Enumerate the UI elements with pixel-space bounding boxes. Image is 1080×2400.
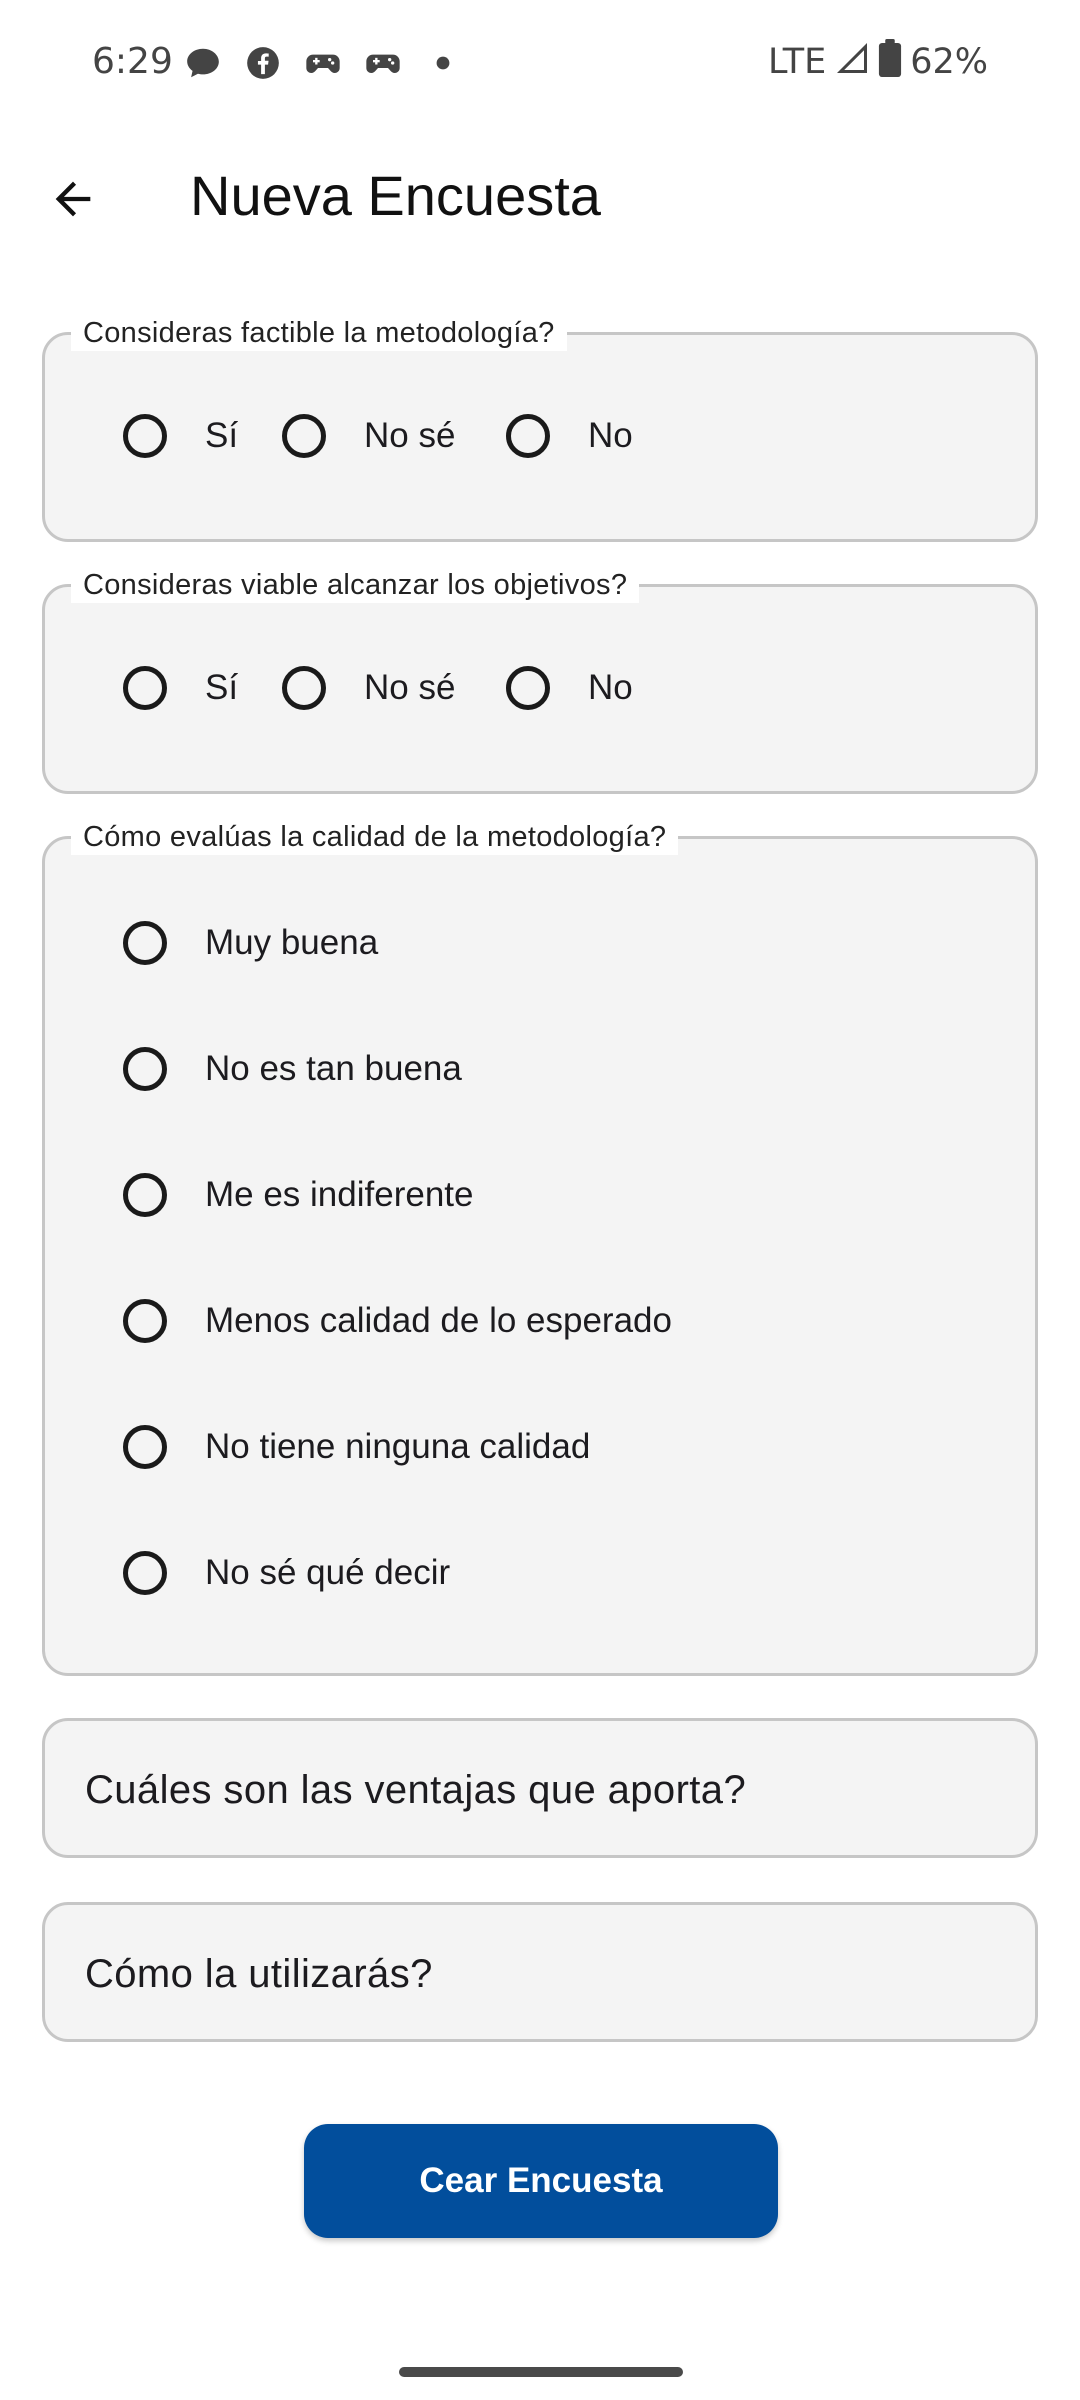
option-label: No (588, 416, 633, 455)
option-no-se[interactable]: No sé (282, 396, 455, 476)
option-me-es-indiferente[interactable]: Me es indiferente (123, 1155, 473, 1235)
usage-placeholder: Cómo la utilizarás? (85, 1952, 433, 1996)
option-label: No es tan buena (205, 1049, 462, 1088)
option-label: No sé (364, 668, 456, 707)
question-group-quality: Cómo evalúas la calidad de la metodologí… (42, 819, 1038, 1676)
option-no-se-que-decir[interactable]: No sé qué decir (123, 1533, 450, 1613)
signal-icon (834, 40, 870, 85)
home-gesture-bar[interactable] (399, 2367, 683, 2377)
option-label: Muy buena (205, 923, 379, 962)
radio-button[interactable] (123, 921, 167, 965)
option-label: Menos calidad de lo esperado (205, 1301, 672, 1340)
question-group-feasibility: Consideras factible la metodología? Sí N… (42, 315, 1038, 542)
option-label: Me es indiferente (205, 1175, 474, 1214)
radio-button[interactable] (123, 1047, 167, 1091)
battery-icon (878, 38, 902, 86)
app-bar: Nueva Encuesta (0, 124, 1080, 264)
battery-percent: 62% (910, 42, 988, 82)
option-no-es-tan-buena[interactable]: No es tan buena (123, 1029, 462, 1109)
option-label: No sé qué decir (205, 1553, 451, 1592)
option-ninguna-calidad[interactable]: No tiene ninguna calidad (123, 1407, 590, 1487)
back-button[interactable] (38, 164, 108, 234)
status-bar: 6:29 LTE 62% (0, 0, 1080, 124)
network-type: LTE (768, 42, 827, 82)
option-label: No (588, 668, 633, 707)
more-dot-icon (420, 40, 466, 86)
option-label: No sé (364, 416, 456, 455)
page-title: Nueva Encuesta (190, 164, 601, 227)
option-label: No tiene ninguna calidad (205, 1427, 591, 1466)
advantages-placeholder: Cuáles son las ventajas que aporta? (85, 1768, 747, 1812)
option-label: Sí (205, 668, 239, 707)
usage-field[interactable]: Cómo la utilizarás? (42, 1902, 1038, 2042)
radio-button[interactable] (123, 1551, 167, 1595)
advantages-field[interactable]: Cuáles son las ventajas que aporta? (42, 1718, 1038, 1858)
option-si[interactable]: Sí (123, 396, 238, 476)
facebook-icon (240, 40, 286, 86)
radio-button[interactable] (123, 666, 167, 710)
radio-button[interactable] (123, 414, 167, 458)
notification-icons (180, 40, 466, 86)
radio-button[interactable] (282, 666, 326, 710)
radio-button[interactable] (123, 1173, 167, 1217)
status-time: 6:29 (92, 41, 173, 82)
option-menos-calidad[interactable]: Menos calidad de lo esperado (123, 1281, 672, 1361)
option-muy-buena[interactable]: Muy buena (123, 903, 378, 983)
radio-button[interactable] (506, 414, 550, 458)
create-survey-button[interactable]: Cear Encuesta (304, 2124, 778, 2238)
question-label: Cómo evalúas la calidad de la metodologí… (71, 819, 679, 855)
arrow-back-icon (55, 181, 91, 217)
option-label: Sí (205, 416, 239, 455)
radio-button[interactable] (282, 414, 326, 458)
system-icons: LTE 62% (768, 38, 988, 86)
option-no[interactable]: No (506, 396, 633, 476)
radio-button[interactable] (123, 1425, 167, 1469)
question-group-objectives: Consideras viable alcanzar los objetivos… (42, 567, 1038, 794)
question-label: Consideras factible la metodología? (71, 315, 567, 351)
option-si[interactable]: Sí (123, 648, 238, 728)
option-no-se[interactable]: No sé (282, 648, 455, 728)
option-no[interactable]: No (506, 648, 633, 728)
game-controller-icon (360, 40, 406, 86)
game-controller-icon (300, 40, 346, 86)
question-label: Consideras viable alcanzar los objetivos… (71, 567, 640, 603)
radio-button[interactable] (123, 1299, 167, 1343)
chat-bubble-icon (180, 40, 226, 86)
radio-button[interactable] (506, 666, 550, 710)
